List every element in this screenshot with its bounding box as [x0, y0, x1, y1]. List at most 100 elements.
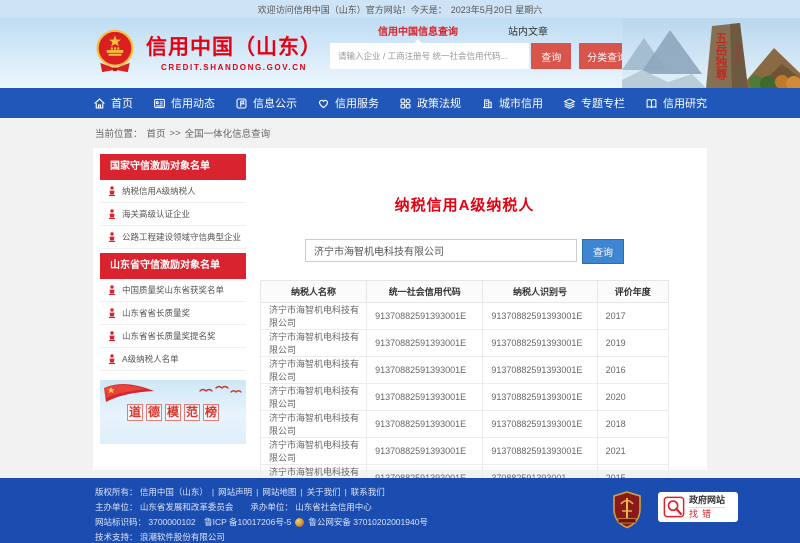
news-card-icon — [153, 97, 166, 110]
welcome-text: 欢迎访问信用中国（山东）官方网站！今天是： — [258, 3, 447, 16]
sidebar-item-governor-quality-award[interactable]: 山东省省长质量奖 — [100, 302, 246, 325]
nav-label: 信用动态 — [171, 95, 215, 111]
table-row: 济宁市海智机电科技有限公司91370882591393001E913708825… — [261, 438, 669, 465]
table-cell: 济宁市海智机电科技有限公司 — [261, 303, 367, 330]
site-logo[interactable]: 信用中国（山东） CREDIT.SHANDONG.GOV.CN — [93, 28, 322, 74]
layers-icon — [563, 97, 576, 110]
banner-char: 道 — [127, 404, 143, 421]
footer-link-about[interactable]: 关于我们 — [307, 486, 341, 498]
welcome-bar: 欢迎访问信用中国（山东）官方网站！今天是： 2023年5月20日 星期六 — [0, 0, 800, 18]
banner-char: 榜 — [203, 404, 219, 421]
company-search-input[interactable] — [305, 239, 577, 262]
sidebar-section-national: 国家守信激励对象名单 纳税信用A级纳税人 海关高级认证企业 公路工程建设领域守信… — [100, 154, 246, 249]
col-social-credit-code: 统一社会信用代码 — [367, 281, 483, 303]
sidebar-item-label: 公路工程建设领域守信典型企业 — [122, 231, 241, 243]
company-query-button[interactable]: 查询 — [582, 239, 624, 264]
table-cell: 2017 — [597, 303, 668, 330]
medal-icon — [108, 232, 116, 242]
nav-home[interactable]: 首页 — [93, 95, 133, 111]
moral-model-banner[interactable]: 道 德 模 范 榜 — [100, 380, 246, 444]
nav-policy[interactable]: 政策法规 — [399, 95, 461, 111]
copyright-text: 版权所有： 信用中国（山东） — [95, 486, 208, 498]
site-id-icp-text: 网站标识码： 3700000102 鲁ICP 备10017206号-5 — [95, 516, 291, 528]
nav-label: 信息公示 — [253, 95, 297, 111]
sidebar-section-title: 国家守信激励对象名单 — [100, 154, 246, 180]
heart-icon — [317, 97, 330, 110]
banner-char: 德 — [146, 404, 162, 421]
birds-icon — [198, 383, 244, 397]
nav-label: 政策法规 — [417, 95, 461, 111]
banner-char: 范 — [184, 404, 200, 421]
footer-link-statement[interactable]: 网站声明 — [218, 486, 252, 498]
site-title: 信用中国（山东） — [146, 31, 322, 61]
medal-icon — [108, 209, 116, 219]
book-icon — [645, 97, 658, 110]
sidebar-item-governor-award-nomination[interactable]: 山东省省长质量奖提名奖 — [100, 325, 246, 348]
content-card: 国家守信激励对象名单 纳税信用A级纳税人 海关高级认证企业 公路工程建设领域守信… — [93, 148, 707, 470]
mountain-inscription: 五岳独尊 — [714, 32, 728, 81]
current-date: 2023年5月20日 星期六 — [451, 3, 543, 16]
footer-link-contact[interactable]: 联系我们 — [351, 486, 385, 498]
public-security-badge-icon — [295, 518, 304, 527]
sidebar-section-title: 山东省守信激励对象名单 — [100, 253, 246, 279]
header-search: 信用中国信息查询 站内文章 查询 分类查询 — [330, 21, 635, 69]
site-domain: CREDIT.SHANDONG.GOV.CN — [146, 63, 322, 72]
table-row: 济宁市海智机电科技有限公司91370882591393001E913708825… — [261, 357, 669, 384]
banner-text: 道 德 模 范 榜 — [100, 404, 246, 421]
col-taxpayer-name: 纳税人名称 — [261, 281, 367, 303]
breadcrumb-label: 当前位置： — [95, 126, 143, 140]
nav-label: 专题专栏 — [581, 95, 625, 111]
table-cell: 济宁市海智机电科技有限公司 — [261, 438, 367, 465]
gov-website-error-badge[interactable]: 政府网站 找错 — [658, 492, 738, 522]
nav-special-columns[interactable]: 专题专栏 — [563, 95, 625, 111]
medal-icon — [108, 331, 116, 341]
header-search-input[interactable] — [330, 43, 529, 69]
table-cell: 91370882591393001E — [483, 411, 597, 438]
table-cell: 91370882591393001E — [367, 438, 483, 465]
gov-badge-line2: 找错 — [689, 507, 725, 520]
main-content: 纳税信用A级纳税人 查询 纳税人名称 统一社会信用代码 纳税人识别号 评价年度 … — [246, 154, 707, 470]
table-cell: 91370882591393001E — [367, 357, 483, 384]
nav-credit-dynamics[interactable]: 信用动态 — [153, 95, 215, 111]
magnifier-icon — [663, 496, 685, 518]
gov-shield-badge[interactable] — [612, 491, 642, 529]
header-search-button[interactable]: 查询 — [531, 43, 571, 69]
medal-icon — [108, 186, 116, 196]
nav-city-credit[interactable]: 城市信用 — [481, 95, 543, 111]
table-cell: 2020 — [597, 384, 668, 411]
sidebar-item-highway-trustworthy[interactable]: 公路工程建设领域守信典型企业 — [100, 226, 246, 249]
breadcrumb: 当前位置： 首页 >> 全国一体化信息查询 — [0, 118, 800, 148]
svg-text:昂头天外: 昂头天外 — [735, 44, 741, 65]
table-row: 济宁市海智机电科技有限公司91370882591393001E913708825… — [261, 384, 669, 411]
tab-site-articles[interactable]: 站内文章 — [508, 23, 548, 38]
nav-info-publicity[interactable]: 信息公示 — [235, 95, 297, 111]
nav-credit-research[interactable]: 信用研究 — [645, 95, 707, 111]
sidebar-section-provincial: 山东省守信激励对象名单 中国质量奖山东省获奖名单 山东省省长质量奖 山东省省长质… — [100, 253, 246, 371]
taxpayer-table: 纳税人名称 统一社会信用代码 纳税人识别号 评价年度 济宁市海智机电科技有限公司… — [260, 280, 669, 492]
footer-separator: | — [345, 487, 347, 497]
sidebar-item-label: 中国质量奖山东省获奖名单 — [122, 284, 224, 296]
medal-icon — [108, 285, 116, 295]
site-footer: 版权所有： 信用中国（山东） | 网站声明 | 网站地图 | 关于我们 | 联系… — [0, 478, 800, 543]
page-title: 纳税信用A级纳税人 — [260, 194, 669, 215]
tech-support-text: 技术支持： 浪潮软件股份有限公司 — [95, 531, 225, 543]
building-icon — [481, 97, 494, 110]
grid-icon — [399, 97, 412, 110]
sidebar-item-tax-a-taxpayer[interactable]: 纳税信用A级纳税人 — [100, 180, 246, 203]
table-cell: 济宁市海智机电科技有限公司 — [261, 330, 367, 357]
sidebar-item-label: A级纳税人名单 — [122, 353, 179, 365]
home-icon — [93, 97, 106, 110]
nav-label: 城市信用 — [499, 95, 543, 111]
sidebar-item-label: 山东省省长质量奖 — [122, 307, 190, 319]
col-taxpayer-id: 纳税人识别号 — [483, 281, 597, 303]
sidebar-item-customs-certified[interactable]: 海关高级认证企业 — [100, 203, 246, 226]
tab-credit-info-query[interactable]: 信用中国信息查询 — [378, 23, 458, 38]
sidebar-item-a-level-taxpayer-list[interactable]: A级纳税人名单 — [100, 348, 246, 371]
sidebar-item-label: 山东省省长质量奖提名奖 — [122, 330, 216, 342]
sidebar-item-china-quality-award[interactable]: 中国质量奖山东省获奖名单 — [100, 279, 246, 302]
breadcrumb-home-link[interactable]: 首页 — [147, 126, 166, 140]
footer-separator: | — [256, 487, 258, 497]
footer-link-sitemap[interactable]: 网站地图 — [262, 486, 296, 498]
table-cell: 2019 — [597, 330, 668, 357]
nav-credit-service[interactable]: 信用服务 — [317, 95, 379, 111]
